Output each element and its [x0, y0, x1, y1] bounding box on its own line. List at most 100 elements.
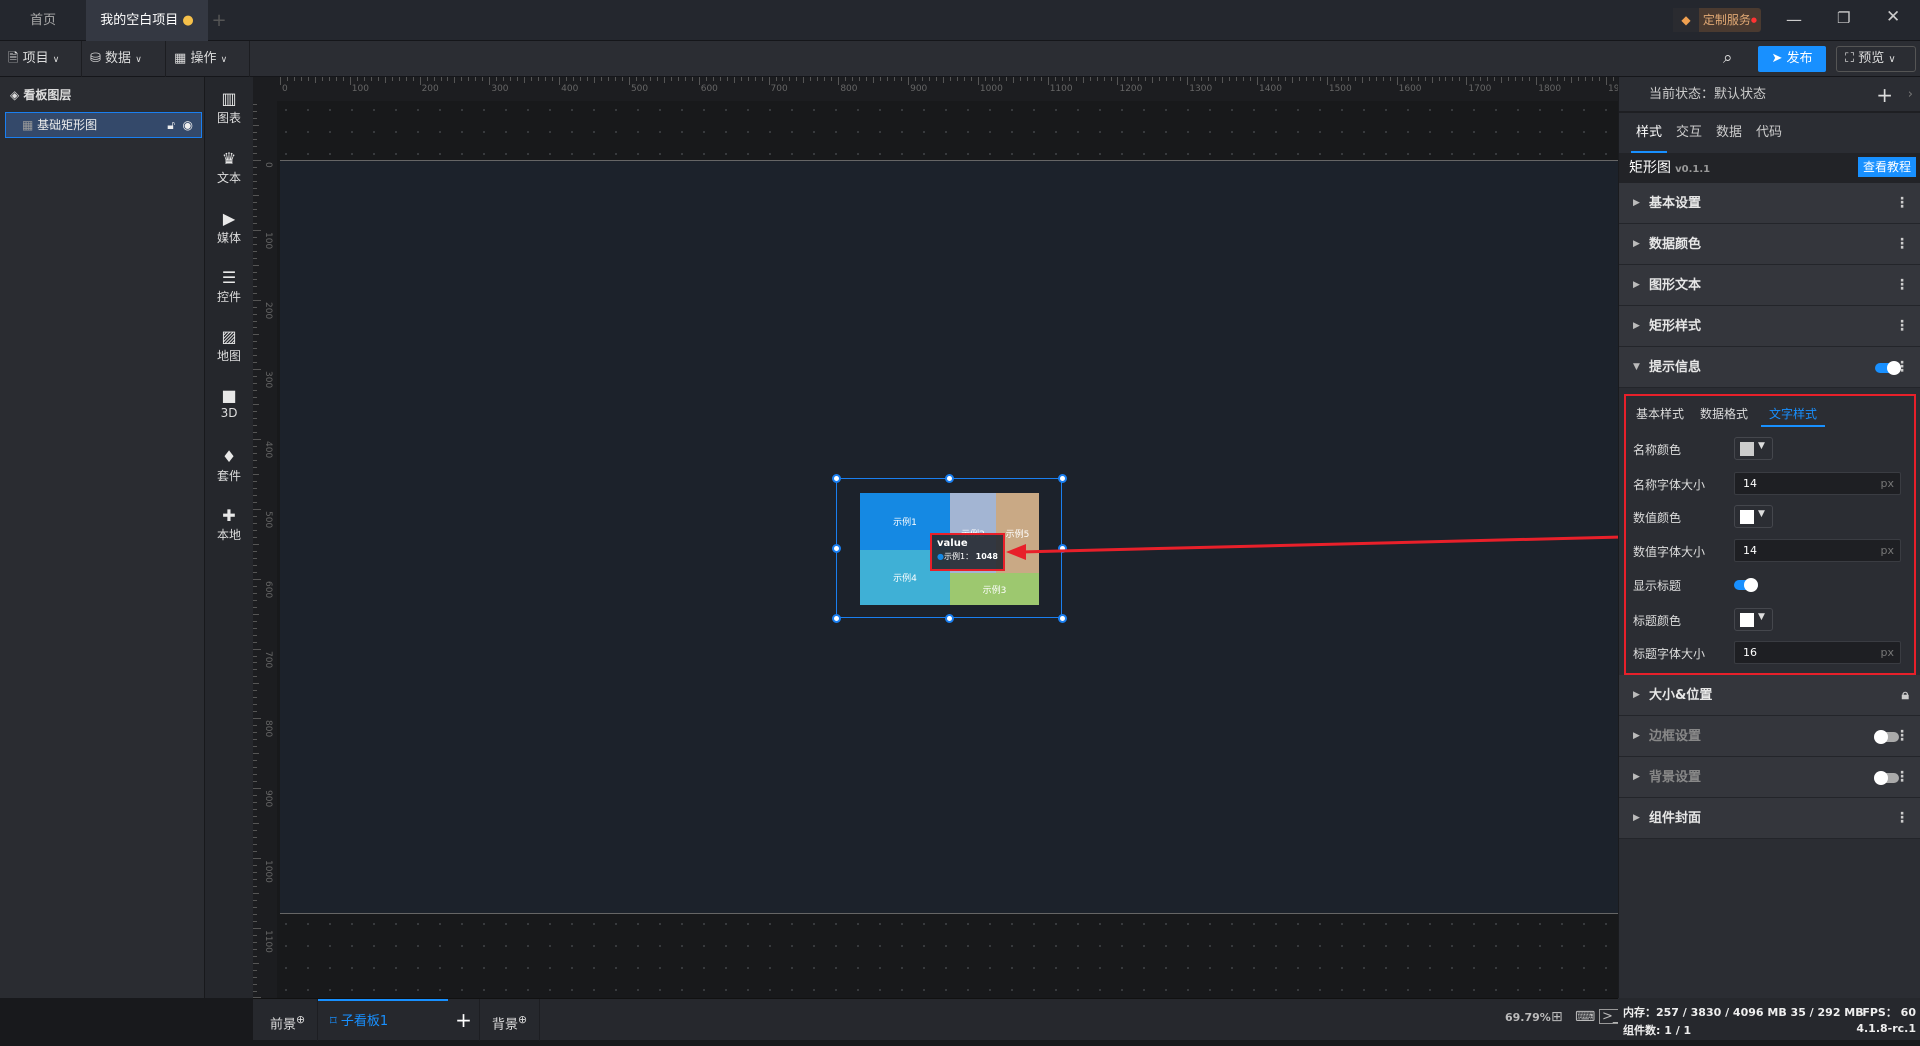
- menu-operate[interactable]: ▦ 操作 ∨: [166, 41, 250, 77]
- tab-foreground[interactable]: 前景⊕: [258, 999, 318, 1041]
- resize-handle[interactable]: [945, 614, 954, 623]
- component-5[interactable]: ■ 3D: [205, 386, 253, 420]
- ruler-tick: [1592, 77, 1594, 81]
- custom-service-button[interactable]: ◆ 定制服务●: [1673, 8, 1761, 32]
- search-icon[interactable]: ⌕: [1723, 48, 1733, 68]
- more-icon[interactable]: ⋮: [1895, 224, 1909, 265]
- ruler-tick: [253, 725, 257, 727]
- tab-project[interactable]: 我的空白项目 ●: [86, 0, 208, 41]
- tooltip-tab-2[interactable]: 文字样式: [1761, 403, 1825, 427]
- section-3[interactable]: ▶ 矩形样式 ⋮: [1619, 306, 1920, 347]
- section-0[interactable]: ▶ 基本设置 ⋮: [1619, 183, 1920, 224]
- current-state[interactable]: 当前状态：默认状态: [1649, 87, 1766, 102]
- zoom-level[interactable]: 69.79%: [1505, 1011, 1551, 1024]
- resize-handle[interactable]: [1058, 544, 1067, 553]
- preview-button[interactable]: ⛶ 预览 ∨: [1836, 46, 1916, 72]
- component-6[interactable]: ♦ 套件: [205, 447, 253, 484]
- treemap-icon: ▦: [22, 118, 34, 132]
- restore-icon[interactable]: ❐: [1837, 9, 1850, 27]
- tooltip-tab-0[interactable]: 基本样式: [1633, 403, 1687, 427]
- title-size-input[interactable]: 16 px: [1734, 641, 1901, 664]
- resize-handle[interactable]: [1058, 474, 1067, 483]
- name-color-picker[interactable]: ▼: [1734, 437, 1773, 460]
- close-icon[interactable]: ✕: [1886, 7, 1900, 27]
- component-7[interactable]: ✚ 本地: [205, 506, 253, 543]
- ruler-tick: [253, 550, 257, 552]
- tab-1[interactable]: 交互: [1671, 113, 1707, 153]
- value-size-input[interactable]: 14 px: [1734, 539, 1901, 562]
- tab-2[interactable]: 数据: [1711, 113, 1747, 153]
- tooltip-tab-1[interactable]: 数据格式: [1697, 403, 1751, 427]
- more-icon[interactable]: ⋮: [1895, 757, 1909, 798]
- resize-handle[interactable]: [1058, 614, 1067, 623]
- menu-project[interactable]: 🗎 项目 ∨: [0, 41, 82, 77]
- lower-section-0[interactable]: ▶ 大小&位置 🔒︎: [1619, 675, 1920, 716]
- publish-button[interactable]: ➤ 发布: [1758, 46, 1826, 72]
- ruler-tick: [1494, 77, 1496, 81]
- lock-icon[interactable]: 🔒︎: [1902, 675, 1909, 716]
- treemap-cell[interactable]: 示例3: [950, 573, 1039, 605]
- more-icon[interactable]: ⋮: [1895, 183, 1909, 224]
- fit-screen-icon[interactable]: ⊞: [1551, 1009, 1563, 1025]
- layer-item[interactable]: ▦ 基础矩形图 🔓︎ ◉: [5, 112, 202, 138]
- component-1[interactable]: ♛ 文本: [205, 149, 253, 186]
- ruler-tick: [253, 383, 257, 385]
- add-state-icon[interactable]: +: [1876, 77, 1893, 113]
- component-2[interactable]: ▶ 媒体: [205, 209, 253, 246]
- section-1[interactable]: ▶ 数据颜色 ⋮: [1619, 224, 1920, 265]
- more-icon[interactable]: ⋮: [1895, 265, 1909, 306]
- more-icon[interactable]: ⋮: [1895, 716, 1909, 757]
- add-circle-icon[interactable]: ⊕: [296, 1013, 305, 1026]
- ruler-tick: [775, 77, 777, 81]
- unlock-icon[interactable]: 🔓︎: [167, 113, 175, 137]
- menu-data[interactable]: ⛁ 数据 ∨: [82, 41, 166, 77]
- diamond-icon: ◆: [1673, 8, 1699, 32]
- component-3[interactable]: ☰ 控件: [205, 268, 253, 305]
- ruler-tick: [253, 592, 257, 594]
- more-icon[interactable]: ⋮: [1895, 347, 1909, 388]
- title-color-picker[interactable]: ▼: [1734, 608, 1773, 631]
- resize-handle[interactable]: [832, 544, 841, 553]
- show-title-toggle[interactable]: [1734, 578, 1758, 592]
- more-icon[interactable]: ⋮: [1895, 306, 1909, 347]
- section-2[interactable]: ▶ 图形文本 ⋮: [1619, 265, 1920, 306]
- tab-0[interactable]: 样式: [1631, 113, 1667, 153]
- tab-background[interactable]: 背景⊕: [480, 999, 540, 1041]
- more-icon[interactable]: ⋮: [1895, 798, 1909, 839]
- lower-section-2[interactable]: ▶ 背景设置 ⋮: [1619, 757, 1920, 798]
- component-4[interactable]: ▨ 地图: [205, 327, 253, 364]
- resize-handle[interactable]: [832, 474, 841, 483]
- ruler-tick: [253, 278, 257, 280]
- layers-title-text: 看板图层: [23, 88, 72, 102]
- horizontal-ruler[interactable]: 0 100 200 300 400 500 600 700 800 900 1000 1100 1200…: [253, 77, 1635, 101]
- tab-home[interactable]: 首页: [0, 0, 86, 41]
- lower-section-1[interactable]: ▶ 边框设置 ⋮: [1619, 716, 1920, 757]
- ruler-tick: [908, 77, 910, 85]
- resize-handle[interactable]: [832, 614, 841, 623]
- lower-section-3[interactable]: ▶ 组件封面 ⋮: [1619, 798, 1920, 839]
- resize-handle[interactable]: [945, 474, 954, 483]
- field-label-name_color: 名称颜色: [1633, 443, 1682, 457]
- tutorial-button[interactable]: 查看教程: [1857, 157, 1916, 177]
- ruler-tick: [852, 77, 854, 81]
- component-0[interactable]: ▥ 图表: [205, 89, 253, 126]
- ruler-tick: [1382, 77, 1384, 81]
- add-board-button[interactable]: +: [448, 999, 480, 1041]
- chevron-right-icon[interactable]: ›: [1908, 77, 1913, 113]
- ruler-label: 1000: [979, 84, 1003, 94]
- eye-icon[interactable]: ◉: [183, 113, 193, 137]
- tab-3[interactable]: 代码: [1751, 113, 1787, 153]
- minimize-icon[interactable]: —: [1786, 10, 1802, 29]
- name-size-input[interactable]: 14 px: [1734, 472, 1901, 495]
- vertical-ruler[interactable]: 0 100 200 300 400 500 600 700 800 900 1000 1100: [253, 77, 277, 1013]
- add-tab-button[interactable]: +: [208, 0, 230, 41]
- ruler-label: 1100: [1049, 84, 1073, 94]
- ruler-tick: [253, 271, 257, 273]
- keyboard-icon[interactable]: ⌨: [1575, 1009, 1595, 1025]
- ruler-tick: [614, 77, 616, 81]
- value-color-picker[interactable]: ▼: [1734, 505, 1773, 528]
- section-4[interactable]: ▼ 提示信息 ⋮: [1619, 347, 1920, 388]
- add-circle-icon[interactable]: ⊕: [518, 1013, 527, 1026]
- ruler-tick: [253, 125, 259, 127]
- tab-subboard[interactable]: ⌑ 子看板1: [318, 999, 448, 1041]
